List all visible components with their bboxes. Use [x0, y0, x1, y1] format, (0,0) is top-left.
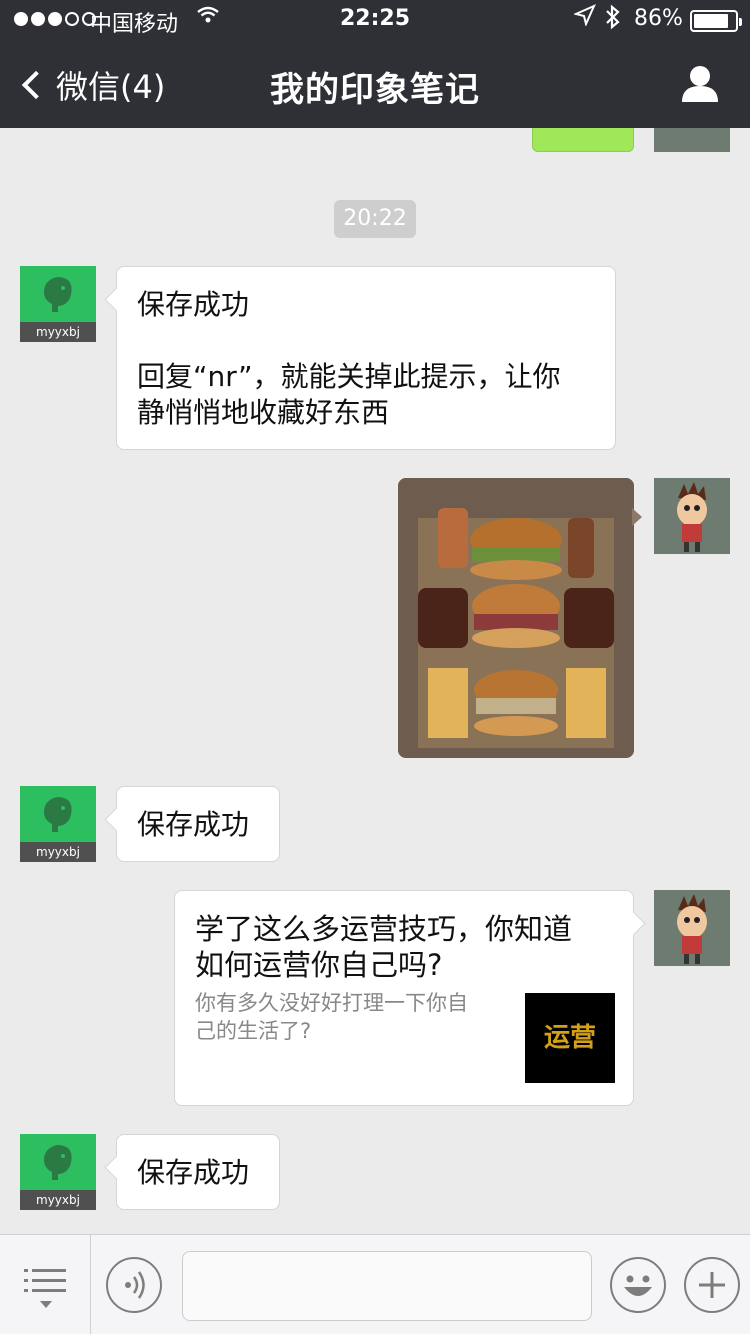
status-bar: 中国移动 22:25 86%: [0, 0, 750, 40]
link-title: 学了这么多运营技巧，你知道 如何运营你自己吗?: [195, 912, 573, 982]
message-text: 静悄悄地收藏好东西: [137, 396, 390, 429]
bluetooth-icon: [604, 4, 622, 36]
received-message-bubble[interactable]: 保存成功: [116, 1134, 280, 1210]
top-bar: 中国移动 22:25 86% 微信(4) 我的印象笔记: [0, 0, 750, 128]
page-title: 我的印象笔记: [270, 70, 480, 110]
location-arrow-icon: [572, 4, 596, 32]
message-input[interactable]: [182, 1251, 592, 1321]
input-bar: [0, 1234, 750, 1334]
bot-avatar[interactable]: myyxbj: [20, 266, 96, 342]
person-icon[interactable]: [680, 64, 720, 104]
sent-image-message[interactable]: [398, 478, 634, 758]
bubble-tail: [632, 508, 642, 526]
battery-icon: [690, 10, 742, 32]
sent-message-bubble[interactable]: [532, 128, 634, 152]
navigation-bar: 微信(4) 我的印象笔记: [0, 40, 750, 128]
bot-avatar[interactable]: myyxbj: [20, 786, 96, 862]
bot-tag: myyxbj: [20, 322, 96, 342]
bot-tag: myyxbj: [20, 842, 96, 862]
user-avatar[interactable]: [654, 890, 730, 966]
sent-link-card[interactable]: 学了这么多运营技巧，你知道 如何运营你自己吗? 你有多久没好好打理一下你自 己的…: [174, 890, 634, 1106]
user-avatar[interactable]: [654, 478, 730, 554]
bot-tag: myyxbj: [20, 1190, 96, 1210]
divider: [90, 1235, 91, 1334]
message-text: 保存成功: [137, 808, 250, 841]
user-avatar[interactable]: [654, 128, 730, 152]
message-text: 保存成功: [137, 288, 250, 321]
received-message-bubble[interactable]: 保存成功: [116, 786, 280, 862]
link-description: 你有多久没好好打理一下你自 己的生活了?: [195, 991, 468, 1043]
cartoon-avatar-icon: [654, 890, 730, 966]
elephant-icon: [44, 797, 72, 832]
message-text: 保存成功: [137, 1156, 250, 1189]
plus-icon[interactable]: [684, 1257, 740, 1313]
voice-icon[interactable]: [106, 1257, 162, 1313]
battery-percent: 86%: [634, 6, 683, 31]
bot-avatar[interactable]: myyxbj: [20, 1134, 96, 1210]
received-message-bubble[interactable]: 保存成功 回复“nr”，就能关掉此提示，让你 静悄悄地收藏好东西: [116, 266, 616, 450]
list-menu-icon[interactable]: [24, 1267, 68, 1311]
food-photo: [398, 478, 634, 758]
emoji-icon[interactable]: [610, 1257, 666, 1313]
cartoon-avatar-icon: [654, 478, 730, 554]
elephant-icon: [44, 1145, 72, 1180]
link-thumbnail: 运营: [525, 993, 615, 1083]
message-text: 回复“nr”，就能关掉此提示，让你: [137, 360, 561, 393]
elephant-icon: [44, 277, 72, 312]
message-timestamp: 20:22: [334, 200, 416, 238]
